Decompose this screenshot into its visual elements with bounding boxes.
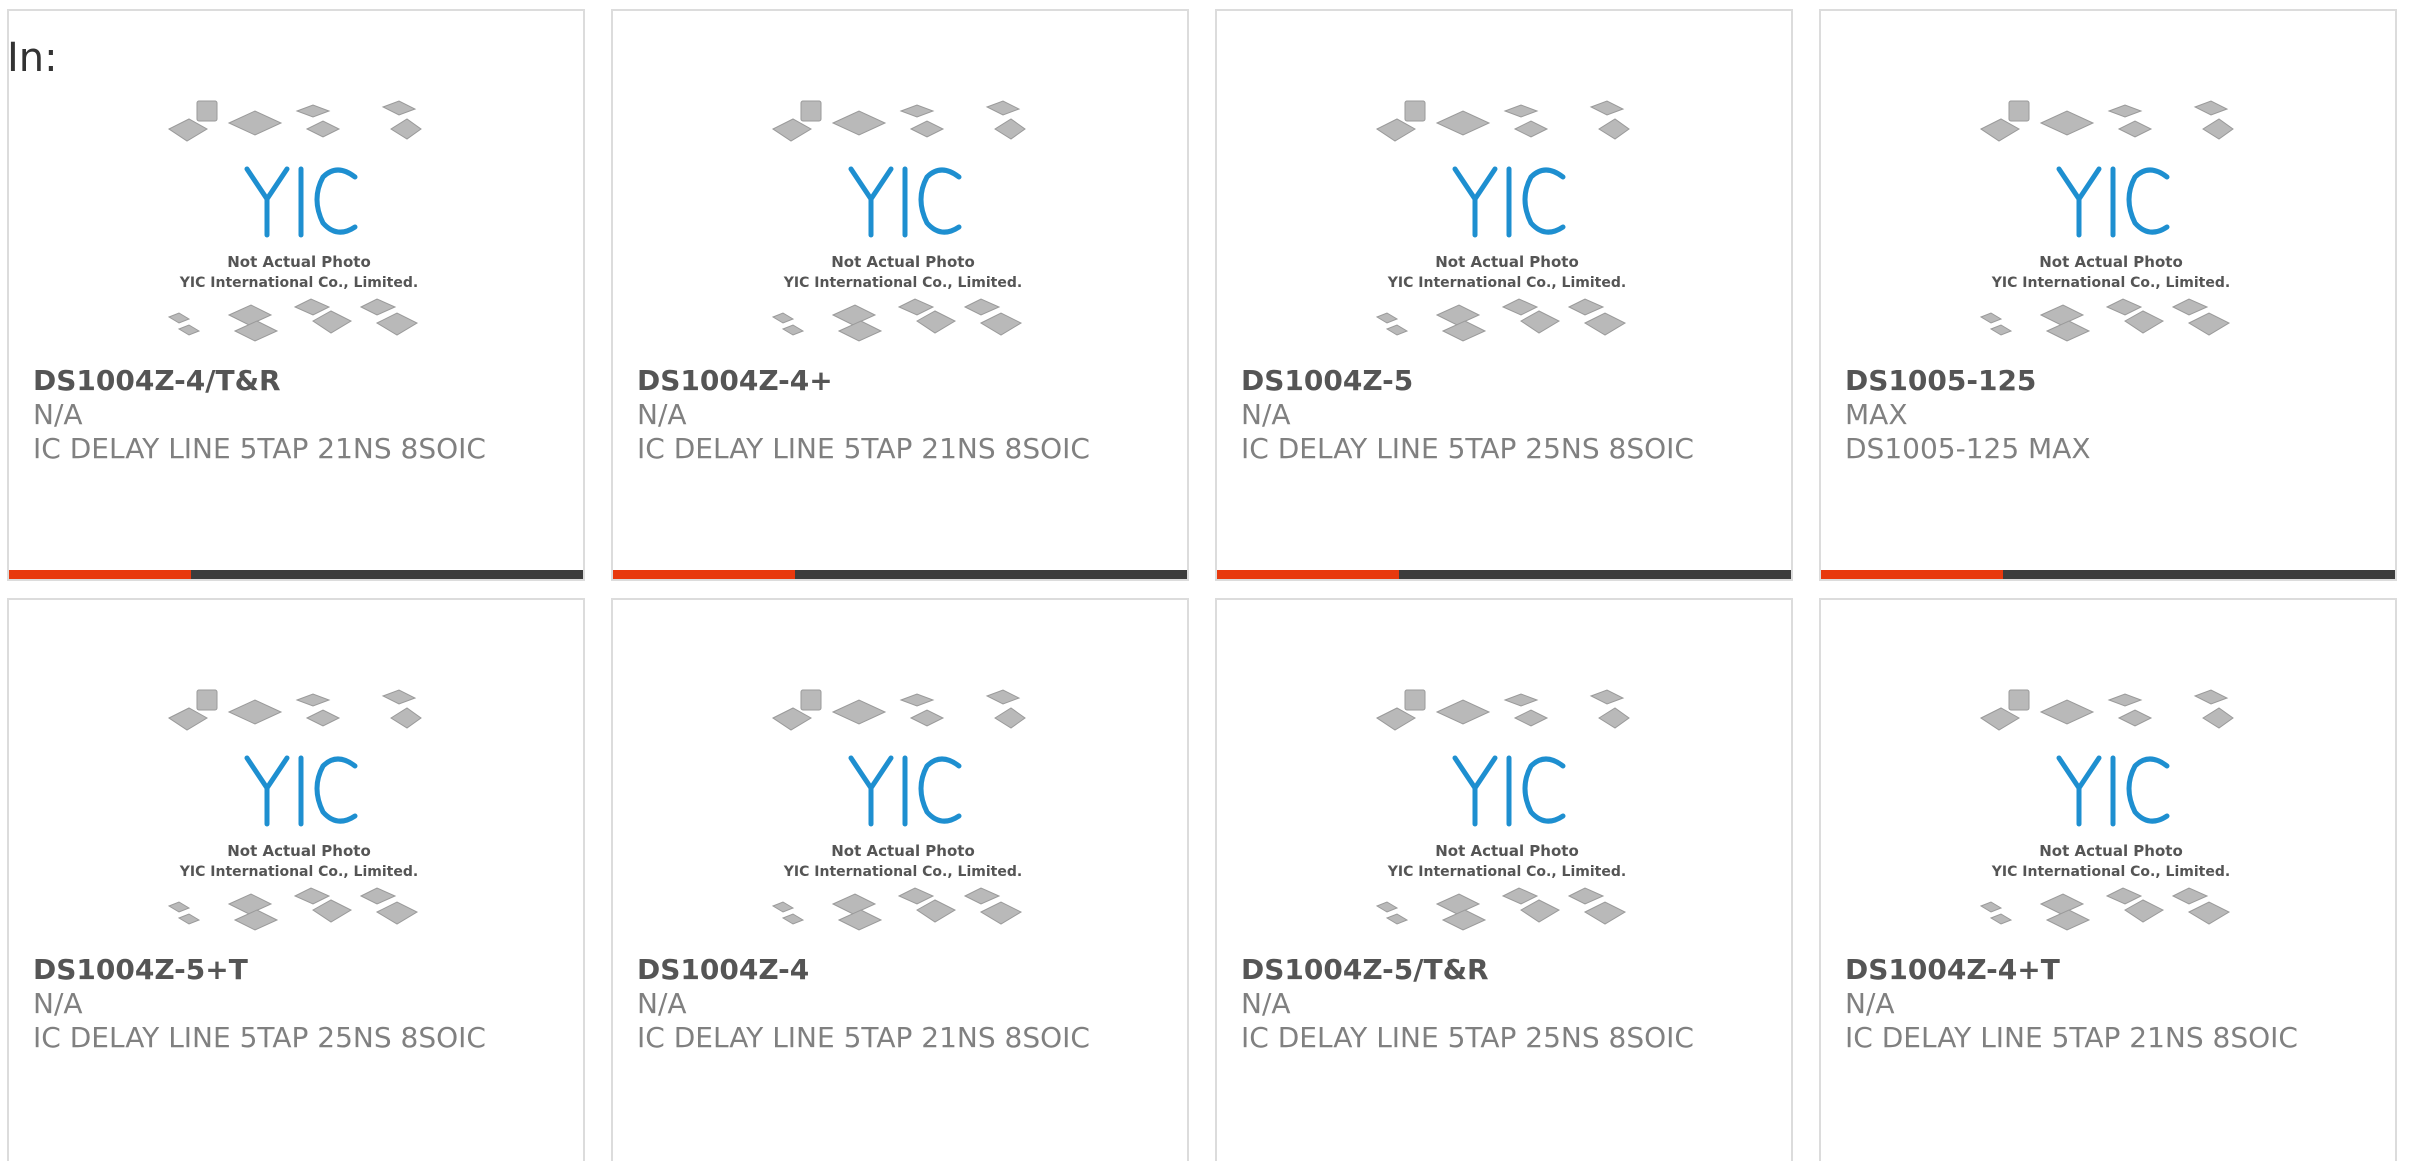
product-card[interactable]: Not Actual Photo YIC International Co., … xyxy=(1215,9,1793,581)
svg-text:YIC International Co., Limited: YIC International Co., Limited. xyxy=(1387,864,1626,880)
manufacturer: N/A xyxy=(33,398,83,431)
product-card[interactable]: Not Actual Photo YIC International Co., … xyxy=(7,9,585,581)
not-actual-photo-placeholder: Not Actual Photo YIC International Co., … xyxy=(167,689,422,931)
product-image: Not Actual Photo YIC International Co., … xyxy=(159,99,439,355)
svg-text:Not Actual Photo: Not Actual Photo xyxy=(227,253,371,271)
product-image: Not Actual Photo YIC International Co., … xyxy=(1971,99,2251,355)
product-card[interactable]: Not Actual Photo YIC International Co., … xyxy=(1819,598,2397,1161)
manufacturer: MAX xyxy=(1845,398,1908,431)
product-image: Not Actual Photo YIC International Co., … xyxy=(159,688,439,944)
manufacturer: N/A xyxy=(33,987,83,1020)
not-actual-photo-placeholder: Not Actual Photo YIC International Co., … xyxy=(1979,100,2234,342)
manufacturer: N/A xyxy=(637,987,687,1020)
svg-text:Not Actual Photo: Not Actual Photo xyxy=(1435,842,1579,860)
svg-text:Not Actual Photo: Not Actual Photo xyxy=(2039,253,2183,271)
manufacturer: N/A xyxy=(1241,398,1291,431)
part-number[interactable]: DS1004Z-5+T xyxy=(33,953,573,987)
product-grid-page: Not Actual Photo YIC International Co., … xyxy=(0,0,2410,1161)
product-description: IC DELAY LINE 5TAP 21NS 8SOIC xyxy=(1845,1021,2298,1054)
product-description: DS1005-125 MAX xyxy=(1845,432,2091,465)
manufacturer: N/A xyxy=(1241,987,1291,1020)
svg-text:Not Actual Photo: Not Actual Photo xyxy=(227,842,371,860)
svg-text:Not Actual Photo: Not Actual Photo xyxy=(2039,842,2183,860)
not-actual-photo-placeholder: Not Actual Photo YIC International Co., … xyxy=(771,100,1026,342)
product-description: IC DELAY LINE 5TAP 21NS 8SOIC xyxy=(33,432,486,465)
not-actual-photo-placeholder: Not Actual Photo YIC International Co., … xyxy=(771,689,1026,931)
svg-text:YIC International Co., Limited: YIC International Co., Limited. xyxy=(1991,864,2230,880)
product-image: Not Actual Photo YIC International Co., … xyxy=(1367,99,1647,355)
product-description: IC DELAY LINE 5TAP 25NS 8SOIC xyxy=(1241,432,1694,465)
part-number[interactable]: DS1004Z-4/T&R xyxy=(33,364,573,398)
svg-text:YIC International Co., Limited: YIC International Co., Limited. xyxy=(1387,275,1626,291)
not-actual-photo-placeholder: Not Actual Photo YIC International Co., … xyxy=(1375,689,1630,931)
manufacturer: N/A xyxy=(637,398,687,431)
svg-text:YIC International Co., Limited: YIC International Co., Limited. xyxy=(179,864,418,880)
not-actual-photo-placeholder: Not Actual Photo YIC International Co., … xyxy=(1375,100,1630,342)
part-number[interactable]: DS1004Z-5 xyxy=(1241,364,1781,398)
part-number[interactable]: DS1004Z-4 xyxy=(637,953,1177,987)
product-image: Not Actual Photo YIC International Co., … xyxy=(1971,688,2251,944)
product-description: IC DELAY LINE 5TAP 21NS 8SOIC xyxy=(637,432,1090,465)
svg-text:YIC International Co., Limited: YIC International Co., Limited. xyxy=(179,275,418,291)
card-accent-bar xyxy=(613,570,1187,579)
part-number[interactable]: DS1004Z-4+ xyxy=(637,364,1177,398)
not-actual-photo-placeholder: Not Actual Photo YIC International Co., … xyxy=(1979,689,2234,931)
in-label: In: xyxy=(7,35,58,81)
product-description: IC DELAY LINE 5TAP 25NS 8SOIC xyxy=(33,1021,486,1054)
svg-text:Not Actual Photo: Not Actual Photo xyxy=(1435,253,1579,271)
part-number[interactable]: DS1005-125 xyxy=(1845,364,2385,398)
product-image: Not Actual Photo YIC International Co., … xyxy=(1367,688,1647,944)
svg-text:YIC International Co., Limited: YIC International Co., Limited. xyxy=(1991,275,2230,291)
svg-text:Not Actual Photo: Not Actual Photo xyxy=(831,842,975,860)
product-grid: Not Actual Photo YIC International Co., … xyxy=(0,0,2410,1161)
not-actual-photo-placeholder: Not Actual Photo YIC International Co., … xyxy=(167,100,422,342)
product-image: Not Actual Photo YIC International Co., … xyxy=(763,688,1043,944)
manufacturer: N/A xyxy=(1845,987,1895,1020)
card-accent-bar xyxy=(1821,570,2395,579)
product-card[interactable]: Not Actual Photo YIC International Co., … xyxy=(7,598,585,1161)
product-description: IC DELAY LINE 5TAP 25NS 8SOIC xyxy=(1241,1021,1694,1054)
product-card[interactable]: Not Actual Photo YIC International Co., … xyxy=(611,9,1189,581)
product-card[interactable]: Not Actual Photo YIC International Co., … xyxy=(1215,598,1793,1161)
svg-text:YIC International Co., Limited: YIC International Co., Limited. xyxy=(783,864,1022,880)
part-number[interactable]: DS1004Z-5/T&R xyxy=(1241,953,1781,987)
svg-text:Not Actual Photo: Not Actual Photo xyxy=(831,253,975,271)
product-image: Not Actual Photo YIC International Co., … xyxy=(763,99,1043,355)
part-number[interactable]: DS1004Z-4+T xyxy=(1845,953,2385,987)
product-card[interactable]: Not Actual Photo YIC International Co., … xyxy=(611,598,1189,1161)
svg-text:YIC International Co., Limited: YIC International Co., Limited. xyxy=(783,275,1022,291)
product-description: IC DELAY LINE 5TAP 21NS 8SOIC xyxy=(637,1021,1090,1054)
product-card[interactable]: Not Actual Photo YIC International Co., … xyxy=(1819,9,2397,581)
card-accent-bar xyxy=(1217,570,1791,579)
card-accent-bar xyxy=(9,570,583,579)
